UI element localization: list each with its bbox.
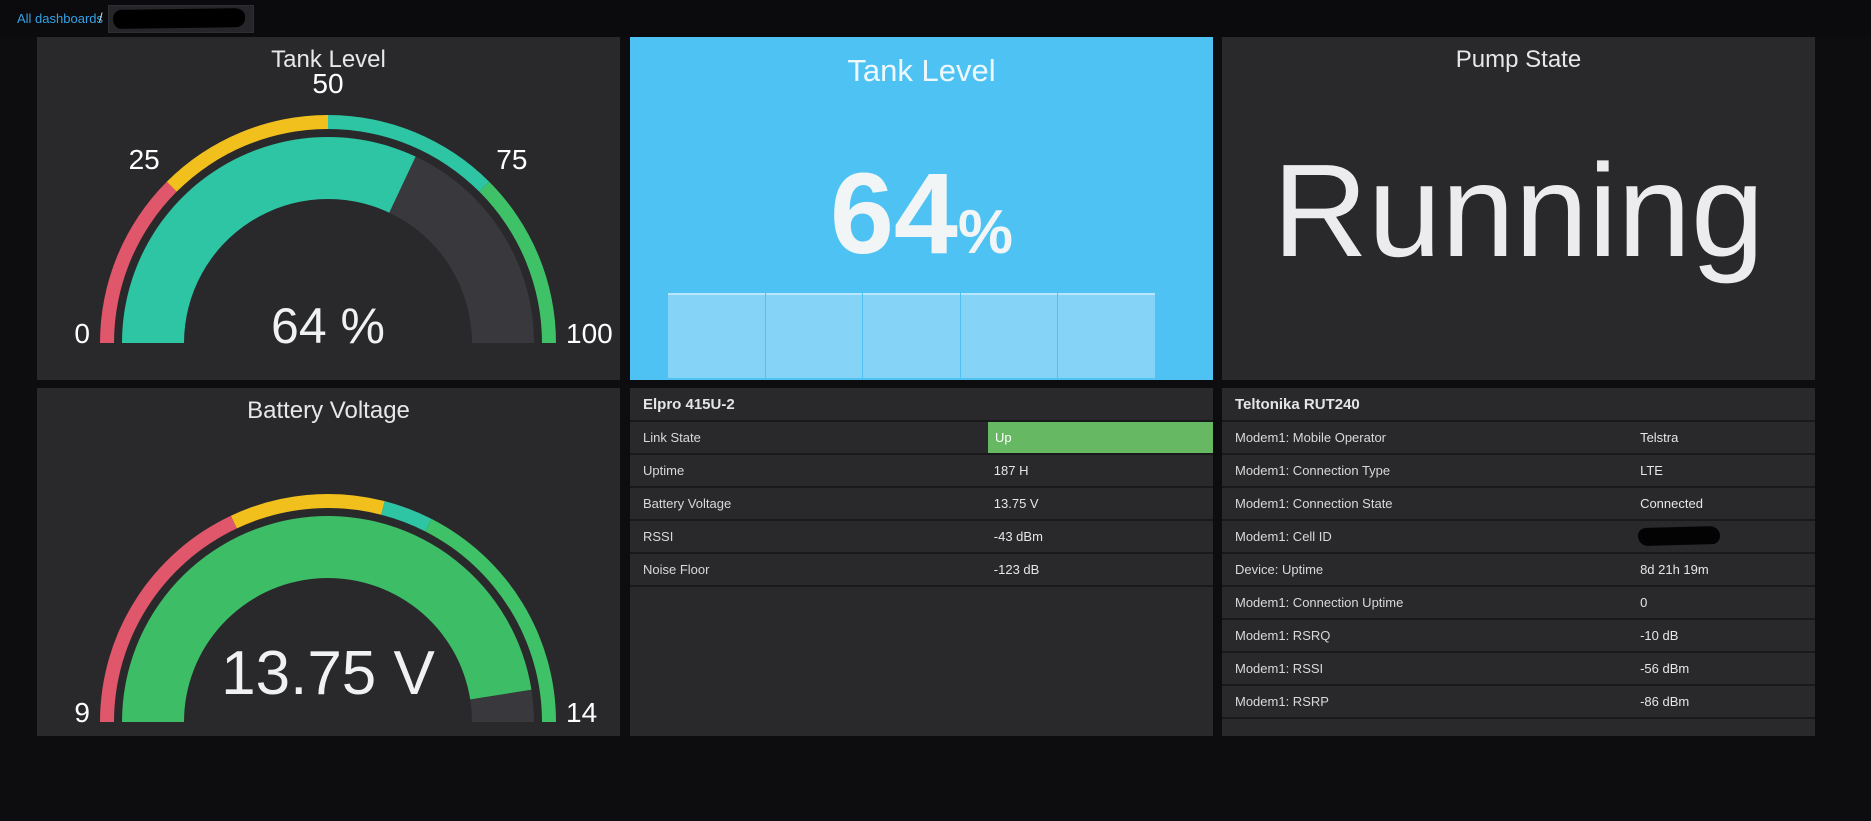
table-row-device-uptime: Device: Uptime 8d 21h 19m bbox=[1222, 552, 1815, 585]
panel-pump-state: Pump State Running bbox=[1222, 37, 1815, 380]
row-label: RSSI bbox=[643, 529, 674, 544]
redaction-scribble bbox=[1638, 525, 1721, 547]
table-row-connection-state: Modem1: Connection State Connected bbox=[1222, 486, 1815, 519]
panel-teltonika-rut240: Teltonika RUT240 Modem1: Mobile Operator… bbox=[1222, 388, 1815, 736]
row-label: Modem1: RSRP bbox=[1235, 694, 1329, 709]
gauge-tick-label: 100 bbox=[566, 318, 613, 349]
panel-tank-level-gauge: Tank Level 0 25 50 75 100 64 % bbox=[37, 37, 620, 380]
breadcrumb-all-dashboards-link[interactable]: All dashboards bbox=[17, 11, 103, 26]
row-value: -56 dBm bbox=[1640, 661, 1690, 676]
row-value: Up bbox=[994, 430, 1012, 445]
row-label: Modem1: RSRQ bbox=[1235, 628, 1331, 643]
sparkline bbox=[668, 293, 1155, 378]
row-value: 13.75 V bbox=[993, 496, 1039, 511]
tank-level-value: 64% bbox=[630, 157, 1213, 272]
table-row-rssi: Modem1: RSSI -56 dBm bbox=[1222, 651, 1815, 684]
table-row-battery-voltage: Battery Voltage 13.75 V bbox=[630, 486, 1213, 519]
breadcrumb: All dashboards / bbox=[0, 0, 1871, 37]
table-row-rsrp: Modem1: RSRP -86 dBm bbox=[1222, 684, 1815, 719]
breadcrumb-separator: / bbox=[99, 10, 103, 25]
tank-level-unit: % bbox=[957, 198, 1014, 267]
sparkline-bar bbox=[765, 293, 863, 378]
row-label: Modem1: Cell ID bbox=[1235, 529, 1332, 544]
row-value: 8d 21h 19m bbox=[1640, 562, 1709, 577]
table-row-link-state: Link State Up bbox=[630, 420, 1213, 453]
status-cell-up: Up bbox=[987, 422, 1213, 453]
table-row-mobile-operator: Modem1: Mobile Operator Telstra bbox=[1222, 420, 1815, 453]
row-label: Noise Floor bbox=[643, 562, 710, 577]
row-label: Uptime bbox=[643, 463, 685, 478]
sparkline-bar bbox=[668, 293, 765, 378]
row-label: Link State bbox=[643, 430, 701, 445]
panel-title-tank-level-stat[interactable]: Tank Level bbox=[630, 53, 1213, 89]
row-value: 0 bbox=[1640, 595, 1648, 610]
row-value: Telstra bbox=[1640, 430, 1679, 445]
row-label: Device: Uptime bbox=[1235, 562, 1324, 577]
row-label: Modem1: Connection Type bbox=[1235, 463, 1391, 478]
row-value: 187 H bbox=[993, 463, 1029, 478]
table-row-connection-type: Modem1: Connection Type LTE bbox=[1222, 453, 1815, 486]
gauge-tick-label: 9 bbox=[74, 697, 90, 728]
panel-title-pump-state[interactable]: Pump State bbox=[1222, 46, 1815, 74]
gauge-tick-label: 75 bbox=[496, 144, 527, 175]
row-label: Modem1: Mobile Operator bbox=[1235, 430, 1387, 445]
row-label: Modem1: RSSI bbox=[1235, 661, 1324, 676]
gauge-tick-label: 0 bbox=[74, 318, 90, 349]
gauge-tick-label: 14 bbox=[566, 697, 597, 728]
gauge-tick-label: 50 bbox=[312, 68, 343, 99]
sparkline-bar bbox=[863, 293, 960, 378]
battery-voltage-gauge: 9 14 13.75 V bbox=[74, 494, 597, 728]
pump-state-value: Running bbox=[1272, 137, 1765, 284]
teltonika-table: Modem1: Mobile Operator Telstra Modem1: … bbox=[1222, 420, 1815, 719]
tank-level-gauge: 0 25 50 75 100 64 % bbox=[74, 68, 613, 354]
row-label: Battery Voltage bbox=[643, 496, 732, 511]
elpro-table: Link State Up Uptime 187 H Battery Volta… bbox=[630, 420, 1213, 587]
panel-title-elpro[interactable]: Elpro 415U-2 bbox=[643, 396, 735, 413]
panel-elpro-415u2: Elpro 415U-2 Link State Up Uptime 187 H … bbox=[630, 388, 1213, 736]
panel-tank-level-stat: Tank Level 64% bbox=[630, 37, 1213, 380]
breadcrumb-dashboard-name-redacted[interactable] bbox=[108, 5, 254, 33]
row-value: -86 dBm bbox=[1640, 694, 1690, 709]
gauge-tick-label: 25 bbox=[129, 144, 160, 175]
row-value: Connected bbox=[1640, 496, 1703, 511]
row-label: Modem1: Connection Uptime bbox=[1235, 595, 1404, 610]
row-value: -43 dBm bbox=[993, 529, 1043, 544]
sparkline-bar bbox=[960, 293, 1058, 378]
gauge-value: 13.75 V bbox=[221, 639, 435, 708]
table-row-noise-floor: Noise Floor -123 dB bbox=[630, 552, 1213, 587]
table-row-cell-id: Modem1: Cell ID bbox=[1222, 519, 1815, 552]
row-value: -123 dB bbox=[993, 562, 1040, 577]
row-value: LTE bbox=[1640, 463, 1663, 478]
panel-title-teltonika[interactable]: Teltonika RUT240 bbox=[1235, 396, 1360, 413]
table-row-uptime: Uptime 187 H bbox=[630, 453, 1213, 486]
panel-battery-voltage-gauge: Battery Voltage 9 14 13.75 V bbox=[37, 388, 620, 736]
gauge-value: 64 % bbox=[271, 298, 385, 354]
table-row-rssi: RSSI -43 dBm bbox=[630, 519, 1213, 552]
row-value: -10 dB bbox=[1640, 628, 1679, 643]
table-row-rsrq: Modem1: RSRQ -10 dB bbox=[1222, 618, 1815, 651]
sparkline-bar bbox=[1058, 293, 1155, 378]
row-label: Modem1: Connection State bbox=[1235, 496, 1393, 511]
table-row-connection-uptime: Modem1: Connection Uptime 0 bbox=[1222, 585, 1815, 618]
tank-level-number: 64 bbox=[829, 150, 958, 278]
redaction-scribble bbox=[112, 8, 246, 29]
